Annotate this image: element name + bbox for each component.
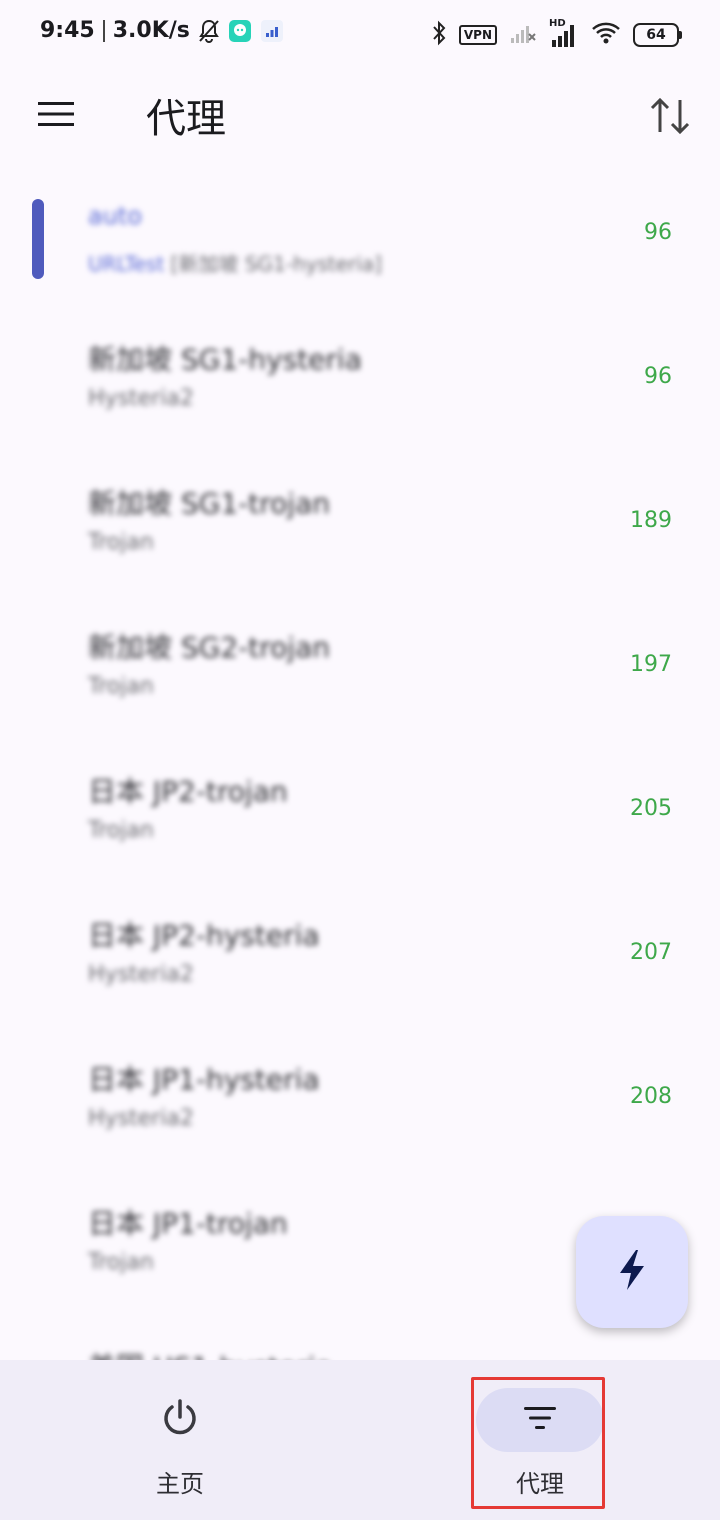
proxy-name: 日本 JP1-trojan — [88, 1207, 288, 1240]
nav-home-label: 主页 — [156, 1470, 204, 1498]
proxy-row[interactable]: 日本 JP1-hysteria Hysteria2 208 — [0, 1028, 720, 1172]
power-icon — [160, 1398, 200, 1442]
proxy-delay: 96 — [644, 220, 672, 245]
battery-level: 64 — [633, 23, 679, 47]
proxy-delay: 205 — [630, 796, 672, 821]
proxy-name: 新加坡 SG1-hysteria — [88, 343, 362, 376]
proxy-row[interactable]: 新加坡 SG1-trojan Trojan 189 — [0, 452, 720, 596]
nav-proxy-label: 代理 — [516, 1470, 564, 1498]
proxy-type: Trojan — [88, 674, 154, 699]
proxy-name: auto — [88, 202, 143, 230]
app-notification-icon — [228, 19, 252, 43]
vpn-icon: VPN — [458, 25, 497, 45]
clock: 9:45 — [40, 18, 95, 43]
nav-proxy[interactable]: 代理 — [420, 1360, 660, 1520]
proxy-type: Trojan — [88, 530, 154, 555]
proxy-type: Trojan — [88, 1250, 154, 1275]
proxy-current: [新加坡 SG1-hysteria] — [170, 252, 382, 276]
lightning-icon — [614, 1248, 650, 1296]
battery-tip — [679, 31, 682, 39]
status-left: 9:45 3.0K/s — [40, 18, 284, 43]
bell-off-icon — [198, 19, 220, 43]
net-speed: 3.0K/s — [112, 18, 190, 43]
proxy-type: Trojan — [88, 818, 154, 843]
battery-icon: 64 — [633, 23, 682, 47]
proxy-name: 美国 US1-hysteria — [88, 1346, 333, 1360]
proxy-name: 日本 JP1-hysteria — [88, 1063, 320, 1096]
signal-app-icon — [260, 19, 284, 43]
proxy-delay: 197 — [630, 652, 672, 677]
selected-indicator — [32, 199, 44, 279]
sort-arrows-icon[interactable] — [642, 88, 698, 144]
proxy-type: Hysteria2 — [88, 386, 194, 411]
proxy-delay: 208 — [630, 1084, 672, 1109]
status-bar: 9:45 3.0K/s VPN HD 64 — [0, 0, 720, 70]
nav-home[interactable]: 主页 — [60, 1360, 300, 1520]
proxy-name: 日本 JP2-hysteria — [88, 919, 320, 952]
signal-off-icon — [509, 22, 537, 48]
separator — [102, 19, 105, 42]
proxy-name: 新加坡 SG2-trojan — [88, 631, 330, 664]
proxy-name: 日本 JP2-trojan — [88, 775, 288, 808]
proxy-row-selected[interactable]: auto URLTest [新加坡 SG1-hysteria] 96 — [0, 164, 720, 308]
proxy-type: Hysteria2 — [88, 1106, 194, 1131]
signal-hd-icon: HD — [549, 18, 579, 48]
delay-test-button[interactable] — [576, 1216, 688, 1328]
bluetooth-icon — [431, 20, 447, 50]
proxy-delay: 96 — [644, 364, 672, 389]
wifi-icon — [591, 21, 621, 49]
hamburger-menu-icon[interactable] — [30, 88, 82, 140]
page-title: 代理 — [146, 96, 226, 142]
nav-proxy-indicator — [476, 1388, 604, 1452]
bottom-nav: 主页 代理 — [0, 1360, 720, 1520]
proxy-delay: 207 — [630, 940, 672, 965]
proxy-row[interactable]: 日本 JP2-hysteria Hysteria2 207 — [0, 884, 720, 1028]
proxy-name: 新加坡 SG1-trojan — [88, 487, 330, 520]
proxy-type: Hysteria2 — [88, 962, 194, 987]
proxy-type-label: URLTest — [88, 252, 165, 276]
proxy-row[interactable]: 新加坡 SG1-hysteria Hysteria2 96 — [0, 308, 720, 452]
status-right: VPN HD 64 — [431, 18, 682, 50]
proxy-delay: 189 — [630, 508, 672, 533]
proxy-type: URLTest [新加坡 SG1-hysteria] — [88, 248, 382, 277]
proxy-row[interactable]: 新加坡 SG2-trojan Trojan 197 — [0, 596, 720, 740]
filter-lines-icon — [523, 1405, 557, 1435]
proxy-row[interactable]: 日本 JP2-trojan Trojan 205 — [0, 740, 720, 884]
nav-home-indicator — [116, 1388, 244, 1452]
app-bar: 代理 — [0, 70, 720, 160]
proxy-list[interactable]: auto URLTest [新加坡 SG1-hysteria] 96 新加坡 S… — [0, 164, 720, 1360]
